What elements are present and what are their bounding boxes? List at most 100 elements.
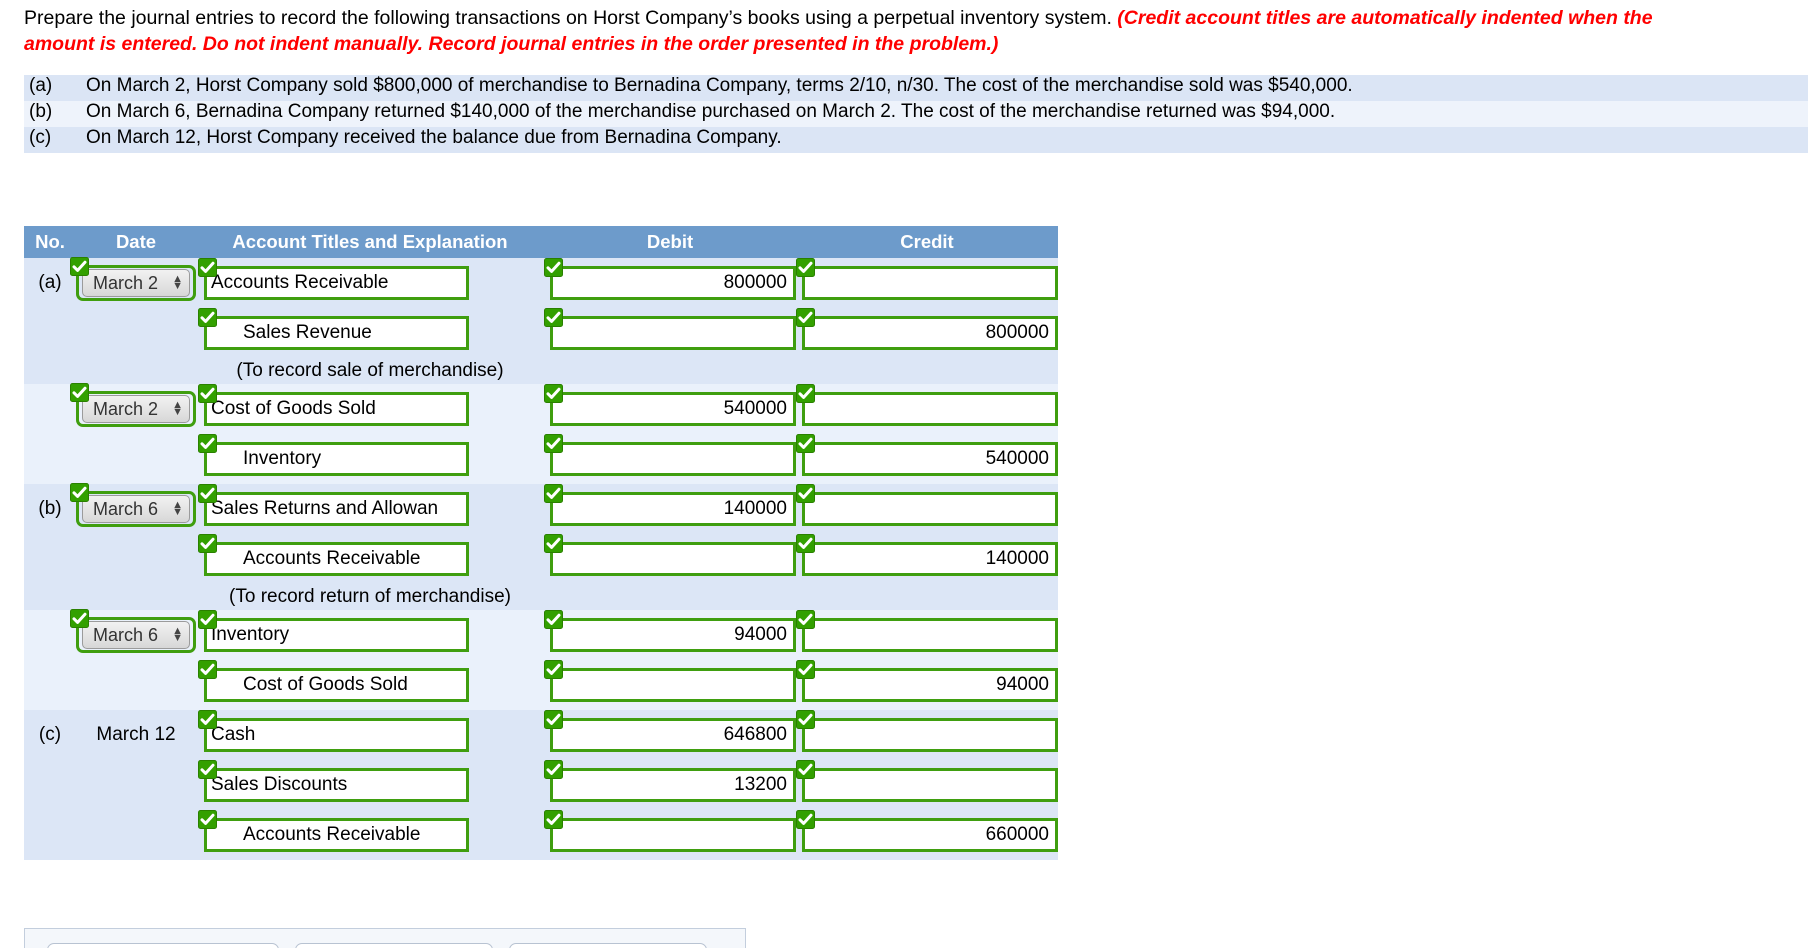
check-icon-account	[198, 810, 217, 829]
debit-amount-input[interactable]: 13200	[553, 771, 793, 799]
debit-field-wrapper[interactable]: 646800	[544, 710, 796, 752]
account-field-wrapper[interactable]: Inventory	[198, 434, 469, 476]
credit-cell: 800000	[796, 308, 1058, 350]
credit-field-wrapper[interactable]: 140000	[796, 534, 1058, 576]
journal-group: March 6 ▲ ▼ Inventory 94000 Cost of Goods Sol…	[24, 609, 1058, 710]
account-cell: Inventory	[196, 434, 544, 476]
account-title-input[interactable]: Accounts Receivable	[207, 545, 466, 573]
credit-field-wrapper[interactable]	[796, 258, 1058, 300]
credit-amount-input[interactable]: 94000	[805, 671, 1055, 699]
debit-amount-input[interactable]: 646800	[553, 721, 793, 749]
check-icon-account	[198, 484, 217, 503]
debit-field-wrapper[interactable]	[544, 534, 796, 576]
credit-amount-input[interactable]	[805, 771, 1055, 799]
debit-field-wrapper[interactable]: 140000	[544, 484, 796, 526]
account-title-input[interactable]: Sales Returns and Allowan	[207, 495, 466, 523]
debit-field-wrapper[interactable]	[544, 434, 796, 476]
account-field-wrapper[interactable]: Cost of Goods Sold	[198, 660, 469, 702]
spinner-arrows-icon[interactable]: ▲ ▼	[172, 274, 183, 292]
spinner-arrows-icon[interactable]: ▲ ▼	[172, 500, 183, 518]
date-select-wrapper[interactable]: March 6 ▲ ▼	[70, 609, 196, 653]
debit-amount-input[interactable]	[553, 821, 793, 849]
account-field-wrapper[interactable]: Accounts Receivable	[198, 258, 469, 300]
account-field-wrapper[interactable]: Accounts Receivable	[198, 534, 469, 576]
date-cell: March 2 ▲ ▼	[70, 383, 196, 427]
debit-field-wrapper[interactable]	[544, 810, 796, 852]
check-icon-debit	[544, 258, 563, 277]
credit-field-wrapper[interactable]: 800000	[796, 308, 1058, 350]
account-title-input[interactable]: Cost of Goods Sold	[207, 671, 466, 699]
account-title-input[interactable]: Sales Discounts	[207, 771, 466, 799]
account-title-input[interactable]: Cash	[207, 721, 466, 749]
account-field-wrapper[interactable]: Accounts Receivable	[198, 810, 469, 852]
debit-amount-input[interactable]	[553, 319, 793, 347]
credit-amount-input[interactable]	[805, 269, 1055, 297]
account-field-wrapper[interactable]: Inventory	[198, 610, 469, 652]
spinner-arrows-icon[interactable]: ▲ ▼	[172, 626, 183, 644]
credit-amount-input[interactable]	[805, 621, 1055, 649]
credit-amount-input[interactable]: 140000	[805, 545, 1055, 573]
transaction-label-c: (c)	[29, 127, 52, 148]
credit-amount-input[interactable]	[805, 721, 1055, 749]
debit-cell	[544, 434, 796, 476]
account-field-wrapper[interactable]: Cash	[198, 710, 469, 752]
credit-field-wrapper[interactable]: 540000	[796, 434, 1058, 476]
journal-row: Sales Discounts 13200	[24, 760, 1058, 810]
debit-amount-input[interactable]	[553, 671, 793, 699]
debit-amount-input[interactable]: 94000	[553, 621, 793, 649]
account-field-wrapper[interactable]: Sales Returns and Allowan	[198, 484, 469, 526]
debit-field-wrapper[interactable]: 94000	[544, 610, 796, 652]
credit-amount-input[interactable]	[805, 495, 1055, 523]
journal-row: Cost of Goods Sold 94000	[24, 660, 1058, 710]
footer-button-3[interactable]	[509, 943, 707, 948]
account-title-input[interactable]: Inventory	[207, 445, 466, 473]
account-title-input[interactable]: Cost of Goods Sold	[207, 395, 466, 423]
date-select-wrapper[interactable]: March 6 ▲ ▼	[70, 483, 196, 527]
credit-amount-input[interactable]: 800000	[805, 319, 1055, 347]
date-select[interactable]: March 6 ▲ ▼	[82, 621, 190, 649]
credit-field-wrapper[interactable]	[796, 760, 1058, 802]
credit-field-wrapper[interactable]: 94000	[796, 660, 1058, 702]
account-title-input[interactable]: Sales Revenue	[207, 319, 466, 347]
debit-amount-input[interactable]	[553, 545, 793, 573]
debit-amount-input[interactable]: 540000	[553, 395, 793, 423]
credit-amount-input[interactable]: 660000	[805, 821, 1055, 849]
credit-amount-input[interactable]	[805, 395, 1055, 423]
date-select[interactable]: March 6 ▲ ▼	[82, 495, 190, 523]
footer-button-2[interactable]	[295, 943, 493, 948]
account-title-input[interactable]: Accounts Receivable	[207, 821, 466, 849]
credit-field-wrapper[interactable]	[796, 610, 1058, 652]
journal-row: March 6 ▲ ▼ Inventory 94000	[24, 609, 1058, 660]
check-icon-credit	[796, 534, 815, 553]
credit-field-wrapper[interactable]	[796, 710, 1058, 752]
account-title-input[interactable]: Accounts Receivable	[207, 269, 466, 297]
debit-field-wrapper[interactable]: 540000	[544, 384, 796, 426]
account-field-wrapper[interactable]: Sales Revenue	[198, 308, 469, 350]
debit-field-wrapper[interactable]: 13200	[544, 760, 796, 802]
date-select-wrapper[interactable]: March 2 ▲ ▼	[70, 383, 196, 427]
account-title-input[interactable]: Inventory	[207, 621, 466, 649]
journal-entry-table: No. Date Account Titles and Explanation …	[24, 226, 1058, 860]
debit-amount-input[interactable]: 140000	[553, 495, 793, 523]
transaction-item-c: (c) On March 12, Horst Company received …	[24, 127, 1808, 153]
debit-field-wrapper[interactable]: 800000	[544, 258, 796, 300]
account-field-wrapper[interactable]: Cost of Goods Sold	[198, 384, 469, 426]
date-select[interactable]: March 2 ▲ ▼	[82, 395, 190, 423]
account-field-wrapper[interactable]: Sales Discounts	[198, 760, 469, 802]
instruction-red-note-part2: amount is entered. Do not indent manuall…	[24, 33, 999, 55]
check-icon-account	[198, 384, 217, 403]
debit-field-wrapper[interactable]	[544, 308, 796, 350]
spinner-arrows-icon[interactable]: ▲ ▼	[172, 400, 183, 418]
credit-field-wrapper[interactable]: 660000	[796, 810, 1058, 852]
footer-button-1[interactable]	[47, 943, 279, 948]
debit-amount-input[interactable]	[553, 445, 793, 473]
debit-cell	[544, 660, 796, 702]
date-select-wrapper[interactable]: March 2 ▲ ▼	[70, 257, 196, 301]
credit-amount-input[interactable]: 540000	[805, 445, 1055, 473]
credit-field-wrapper[interactable]	[796, 484, 1058, 526]
credit-field-wrapper[interactable]	[796, 384, 1058, 426]
debit-amount-input[interactable]: 800000	[553, 269, 793, 297]
debit-field-wrapper[interactable]	[544, 660, 796, 702]
credit-cell	[796, 760, 1058, 802]
date-select[interactable]: March 2 ▲ ▼	[82, 269, 190, 297]
